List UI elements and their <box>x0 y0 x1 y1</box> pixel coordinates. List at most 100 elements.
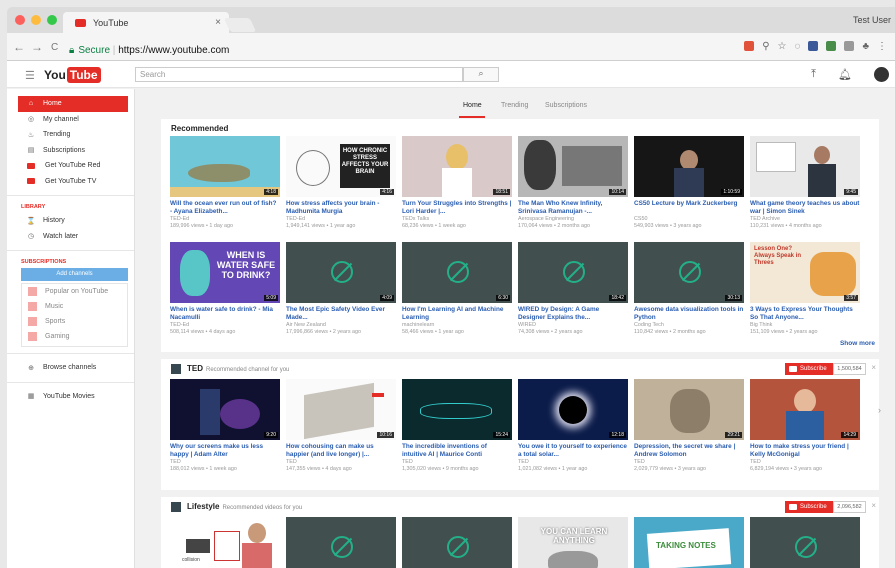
video-thumbnail[interactable]: 3:10 <box>402 517 512 568</box>
video-card[interactable]: 15:24 The incredible inventions of intuit… <box>402 379 512 472</box>
show-more-link[interactable]: Show more <box>840 340 875 347</box>
video-title[interactable]: How cohousing can make us happier (and l… <box>286 443 396 458</box>
sidebar-item-youtube-tv[interactable]: Get YouTube TV <box>7 174 134 190</box>
video-card[interactable]: 18:51 Turn Your Struggles into Strengths … <box>402 136 512 229</box>
video-card[interactable]: 4:09 The Most Epic Safety Video Ever Made… <box>286 242 396 335</box>
video-thumbnail[interactable]: 1:10:59 <box>634 136 744 197</box>
sidebar-item-watch-later[interactable]: ◷ Watch later <box>7 229 134 245</box>
tab-subscriptions[interactable]: Subscriptions <box>545 102 587 109</box>
video-title[interactable]: How to make stress your friend | Kelly M… <box>750 443 860 458</box>
tab-close-icon[interactable]: × <box>215 17 221 28</box>
video-title[interactable]: How stress affects your brain - Madhumit… <box>286 200 396 215</box>
sidebar-item-popular[interactable]: Popular on YouTube <box>22 284 127 299</box>
star-icon[interactable]: ☆ <box>778 41 787 52</box>
url-field[interactable]: 🔒︎ Secure | https://www.youtube.com <box>69 45 229 56</box>
sidebar-item-sports[interactable]: Sports <box>22 314 127 329</box>
video-title[interactable]: The incredible inventions of intuitive A… <box>402 443 512 458</box>
search-button[interactable]: ⌕ <box>463 67 499 82</box>
video-card[interactable]: 30:13 Awesome data visualization tools in… <box>634 242 744 335</box>
extension-icon[interactable]: ◌ <box>794 41 800 52</box>
sidebar-item-gaming[interactable]: Gaming <box>22 329 127 344</box>
video-thumbnail[interactable]: 29:21 <box>634 379 744 440</box>
maximize-window-button[interactable] <box>47 15 57 25</box>
sidebar-item-history[interactable]: ⌛ History <box>7 213 134 229</box>
channel-name[interactable]: TED <box>170 459 280 466</box>
close-window-button[interactable] <box>15 15 25 25</box>
video-thumbnail[interactable]: 14:29 <box>750 379 860 440</box>
add-channels-button[interactable]: Add channels <box>21 268 128 281</box>
extension-icon[interactable] <box>844 41 855 51</box>
youtube-logo[interactable]: You Tube <box>44 67 101 83</box>
video-card[interactable]: HOW CHRONIC STRESS AFFECTS YOUR BRAIN 4:1… <box>286 136 396 229</box>
zoom-icon[interactable]: ⚲ <box>762 41 769 52</box>
extension-icon[interactable] <box>808 41 819 51</box>
sidebar-item-youtube-red[interactable]: Get YouTube Red <box>7 158 134 174</box>
channel-name[interactable]: WIRED <box>518 322 628 329</box>
video-thumbnail[interactable]: 30:13 <box>634 242 744 303</box>
video-title[interactable]: When is water safe to drink? - Mia Nacam… <box>170 306 280 321</box>
subscribe-button[interactable]: Subscribe <box>785 363 833 375</box>
video-card[interactable]: 1:10:59 CS50 Lecture by Mark Zuckerberg CS… <box>634 136 744 229</box>
channel-name[interactable]: TED-Ed <box>170 216 280 223</box>
sidebar-item-home[interactable]: ⌂ Home <box>18 96 128 112</box>
video-thumbnail[interactable]: 9:45 <box>750 136 860 197</box>
new-tab-button[interactable] <box>223 18 257 32</box>
dismiss-shelf-icon[interactable]: × <box>871 501 876 510</box>
video-thumbnail[interactable]: Lesson One? Always Speak in Threes 3:57 <box>750 242 860 303</box>
video-card[interactable]: 3:10 <box>402 517 512 568</box>
video-thumbnail[interactable]: 10:14 <box>518 136 628 197</box>
video-thumbnail[interactable]: 1:53 <box>750 517 860 568</box>
video-title[interactable]: The Most Epic Safety Video Ever Made... <box>286 306 396 321</box>
video-title[interactable]: Awesome data visualization tools in Pyth… <box>634 306 744 321</box>
video-title[interactable]: CS50 Lecture by Mark Zuckerberg <box>634 200 744 215</box>
video-thumbnail[interactable]: HOW CHRONIC STRESS AFFECTS YOUR BRAIN 4:1… <box>286 136 396 197</box>
forward-icon[interactable]: → <box>31 40 43 54</box>
channel-name[interactable]: machinelearn <box>402 322 512 329</box>
video-card[interactable]: WHEN IS WATER SAFE TO DRINK? 5:09 When is … <box>170 242 280 335</box>
sidebar-item-youtube-movies[interactable]: ▦ YouTube Movies <box>7 389 134 405</box>
channel-name[interactable]: TED <box>518 459 628 466</box>
channel-name[interactable]: TED-Ed <box>170 322 280 329</box>
menu-icon[interactable]: ⋮ <box>877 41 887 52</box>
profile-name[interactable]: Test User <box>853 15 891 25</box>
video-thumbnail[interactable]: 4:09 <box>286 242 396 303</box>
video-title[interactable]: Why our screens make us less happy | Ada… <box>170 443 280 458</box>
tab-home[interactable]: Home <box>463 102 482 109</box>
video-title[interactable]: How I'm Learning AI and Machine Learning <box>402 306 512 321</box>
video-card[interactable]: 4:04 <box>286 517 396 568</box>
video-thumbnail[interactable]: 4:04 <box>286 517 396 568</box>
upload-icon[interactable]: ⤒ <box>811 68 816 81</box>
video-title[interactable]: Depression, the secret we share | Andrew… <box>634 443 744 458</box>
video-card[interactable]: 9:20 Why our screens make us less happy |… <box>170 379 280 472</box>
browser-tab[interactable]: YouTube × <box>63 12 229 33</box>
video-card[interactable]: 18:42 WIRED by Design: A Game Designer Ex… <box>518 242 628 335</box>
video-thumbnail[interactable]: collision <box>170 517 280 568</box>
sidebar-item-subscriptions[interactable]: ▤ Subscriptions <box>7 143 134 159</box>
video-title[interactable]: Turn Your Struggles into Strengths | Lor… <box>402 200 512 215</box>
tab-trending[interactable]: Trending <box>501 102 528 109</box>
video-thumbnail[interactable]: 12:18 <box>518 379 628 440</box>
video-card[interactable]: 10:14 The Man Who Knew Infinity, Srinivas… <box>518 136 628 229</box>
extension-icon[interactable]: ♣ <box>862 41 869 52</box>
channel-name[interactable]: Big Think <box>750 322 860 329</box>
search-input[interactable]: Search <box>135 67 463 82</box>
video-card[interactable]: 29:21 Depression, the secret we share | A… <box>634 379 744 472</box>
sidebar-item-browse-channels[interactable]: ⊕ Browse channels <box>7 360 134 376</box>
channel-avatar[interactable] <box>171 364 181 374</box>
extension-icon[interactable] <box>744 41 755 51</box>
video-card[interactable]: TAKING NOTES6:46 <box>634 517 744 568</box>
video-title[interactable]: WIRED by Design: A Game Designer Explain… <box>518 306 628 321</box>
channel-name[interactable]: TED-Ed <box>286 216 396 223</box>
next-arrow-icon[interactable]: › <box>878 405 881 415</box>
video-card[interactable]: 10:16 How cohousing can make us happier (… <box>286 379 396 472</box>
video-card[interactable]: 4:18 Will the ocean ever run out of fish?… <box>170 136 280 229</box>
dismiss-shelf-icon[interactable]: × <box>871 363 876 372</box>
channel-name[interactable]: TED Archive <box>750 216 860 223</box>
minimize-window-button[interactable] <box>31 15 41 25</box>
video-thumbnail[interactable]: 6:30 <box>402 242 512 303</box>
video-card[interactable]: 9:45 What game theory teaches us about wa… <box>750 136 860 229</box>
video-thumbnail[interactable]: TAKING NOTES6:46 <box>634 517 744 568</box>
video-card[interactable]: 6:30 How I'm Learning AI and Machine Lear… <box>402 242 512 335</box>
channel-name[interactable]: TED <box>634 459 744 466</box>
extension-icon[interactable] <box>826 41 837 51</box>
